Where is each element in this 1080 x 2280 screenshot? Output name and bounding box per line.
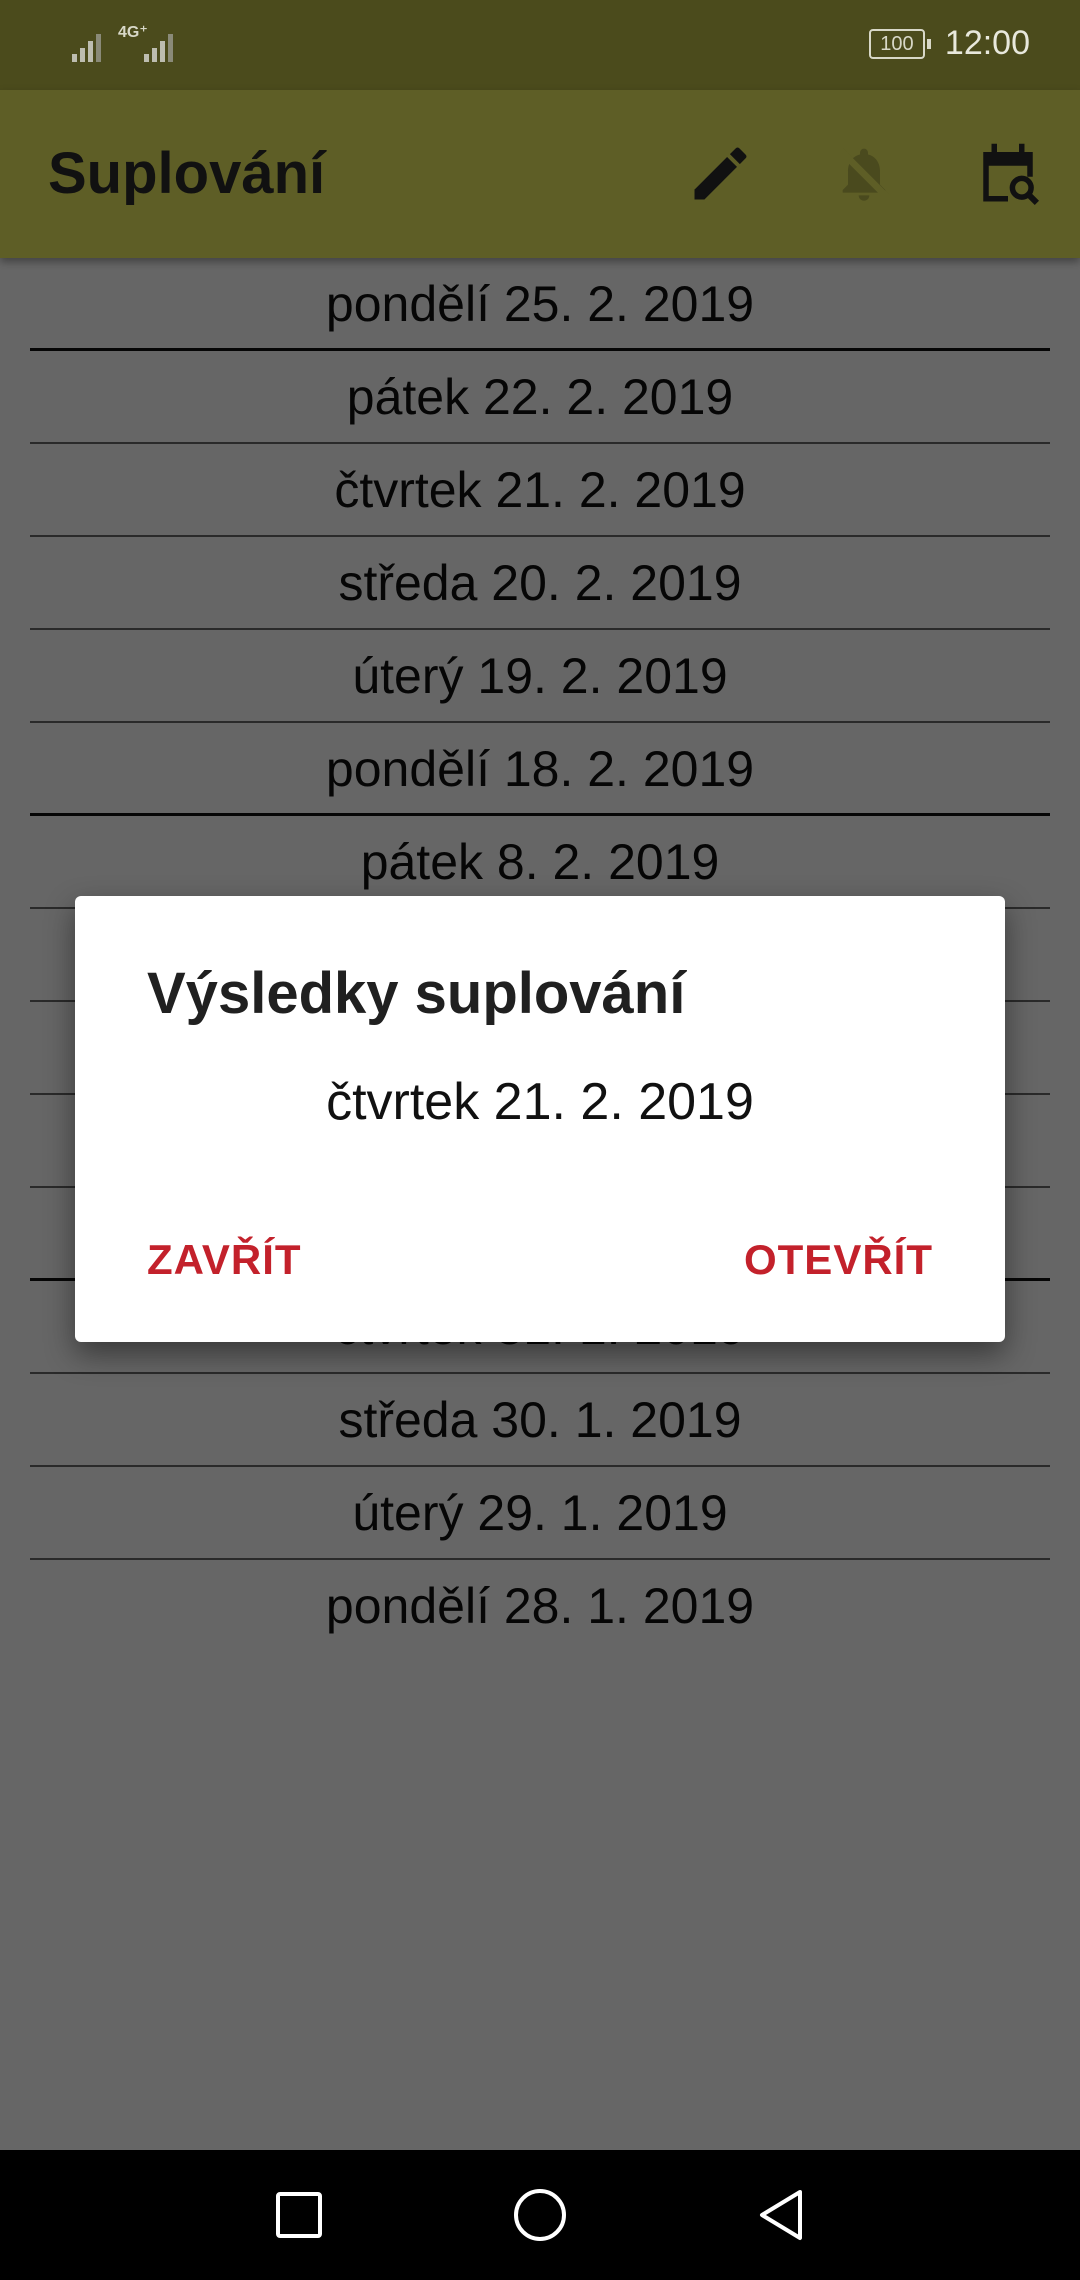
status-signal-group: 4G⁺: [72, 24, 182, 62]
edit-icon: [694, 147, 747, 200]
battery-level: 100: [868, 28, 925, 59]
clock: 12:00: [944, 24, 1030, 62]
close-button[interactable]: ZAVŘÍT: [147, 1226, 302, 1294]
back-icon: [760, 2190, 802, 2240]
app-bar: Suplování: [0, 90, 1080, 258]
calendar-search-button[interactable]: [972, 138, 1044, 210]
back-button[interactable]: [746, 2180, 816, 2250]
dialog-title: Výsledky suplování: [147, 961, 686, 1026]
calendar-search-icon: [983, 143, 1040, 206]
recents-button[interactable]: [264, 2180, 334, 2250]
status-right-group: 100 12:00: [868, 24, 1030, 63]
navigation-bar: [0, 2150, 1080, 2280]
recents-icon: [276, 2192, 322, 2238]
notifications-off-icon: [837, 147, 891, 201]
home-icon: [514, 2189, 566, 2241]
signal-icon: [72, 34, 101, 62]
mobile-data-indicator: 4G⁺: [118, 24, 182, 62]
dialog-message: čtvrtek 21. 2. 2019: [326, 1073, 754, 1131]
results-dialog: Výsledky suplování čtvrtek 21. 2. 2019 Z…: [75, 896, 1005, 1342]
notifications-button[interactable]: [828, 138, 900, 210]
home-button[interactable]: [505, 2180, 575, 2250]
app-title: Suplování: [48, 141, 326, 206]
open-button[interactable]: OTEVŘÍT: [744, 1226, 933, 1294]
status-bar: 4G⁺ 100 12:00: [0, 0, 1080, 90]
battery-icon: 100: [868, 28, 931, 59]
edit-button[interactable]: [684, 138, 756, 210]
signal-icon-secondary: [144, 34, 173, 62]
